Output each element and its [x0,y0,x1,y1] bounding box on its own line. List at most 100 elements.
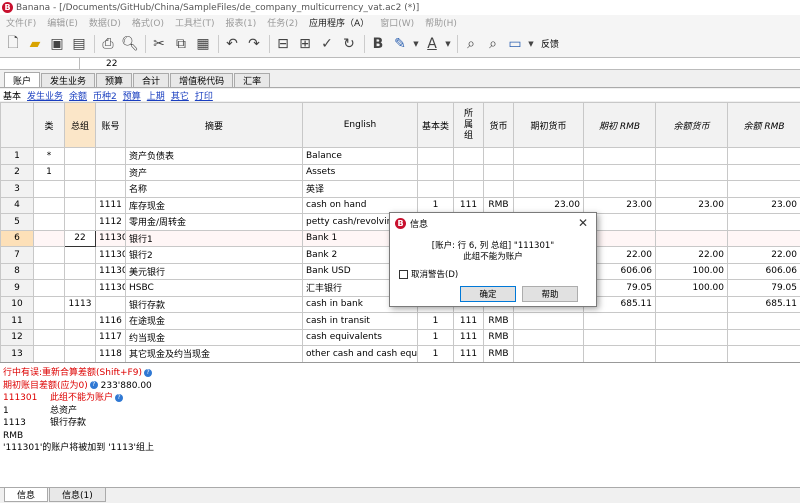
balance-currency-cell[interactable] [655,312,728,330]
opening-rmb-cell[interactable] [583,328,656,346]
view-base[interactable]: 基本 [3,89,21,102]
col-header-description[interactable]: 摘要 [125,102,303,148]
sumin-cell[interactable] [453,163,484,181]
account-cell[interactable]: 1112 [95,213,126,231]
balance-rmb-cell[interactable]: 79.05 [727,279,800,297]
description-cell[interactable]: 零用金/周转金 [125,213,303,231]
view-balances[interactable]: 余额 [69,89,87,102]
class-cell[interactable] [33,312,65,330]
balance-rmb-cell[interactable] [727,328,800,346]
balance-rmb-cell[interactable] [727,180,800,198]
col-header-english[interactable]: English [302,102,418,148]
col-header-bclass[interactable]: 基本类 [417,102,454,148]
account-cell[interactable] [95,147,126,165]
table-row[interactable]: 12 1117 约当现金 cash equivalents 1 111 RMB [0,328,800,346]
opening-rmb-cell[interactable] [583,345,656,362]
balance-rmb-cell[interactable]: 606.06 [727,262,800,280]
balance-currency-cell[interactable] [655,180,728,198]
row-number[interactable]: 13 [0,345,34,362]
group-cell[interactable] [64,147,96,165]
row-number[interactable]: 4 [0,196,34,214]
balance-rmb-cell[interactable]: 685.11 [727,295,800,313]
bold-icon[interactable]: B [368,33,388,55]
opening-currency-cell[interactable] [513,312,584,330]
sumin-cell[interactable] [453,180,484,198]
group-cell[interactable] [64,345,96,362]
description-cell[interactable]: 资产负债表 [125,147,303,165]
description-cell[interactable]: 库存现金 [125,196,303,214]
tab-transactions[interactable]: 发生业务 [41,73,96,87]
menu-tools[interactable]: 工具栏(T) [175,16,215,29]
view-previous[interactable]: 上期 [147,89,165,102]
group-cell[interactable] [64,262,96,280]
account-cell[interactable]: 111302 [95,246,126,264]
balance-currency-cell[interactable] [655,295,728,313]
currency-cell[interactable] [483,180,514,198]
tab-exchange-rates[interactable]: 汇率 [234,73,271,87]
view-transactions[interactable]: 发生业务 [27,89,63,102]
cell-value-input[interactable]: 22 [106,59,117,69]
menu-tasks[interactable]: 任务(2) [267,16,298,29]
menu-file[interactable]: 文件(F) [6,16,36,29]
save-as-icon[interactable]: ▤ [69,33,89,55]
account-cell[interactable]: 1117 [95,328,126,346]
row-number[interactable]: 12 [0,328,34,346]
chevron-down-icon[interactable]: ▼ [527,33,535,55]
opening-currency-cell[interactable] [513,180,584,198]
col-header-group[interactable]: 总组 [64,102,96,148]
view-other[interactable]: 其它 [171,89,189,102]
description-cell[interactable]: 在途现金 [125,312,303,330]
balance-rmb-cell[interactable] [727,147,800,165]
print-icon[interactable]: ⎙ [98,33,118,55]
group-cell[interactable] [64,213,96,231]
col-header-currency[interactable]: 货币 [483,102,514,148]
class-cell[interactable] [33,180,65,198]
view-budget[interactable]: 预算 [123,89,141,102]
opening-rmb-cell[interactable] [583,180,656,198]
cut-icon[interactable]: ✂ [149,33,169,55]
class-cell[interactable]: 1 [33,163,65,181]
account-cell[interactable]: 1111 [95,196,126,214]
help-icon[interactable]: ? [115,393,124,402]
class-cell[interactable] [33,246,65,264]
description-cell[interactable]: 银行存款 [125,295,303,313]
balance-rmb-cell[interactable] [727,345,800,362]
recalculate-icon[interactable]: ↻ [339,33,359,55]
balance-rmb-cell[interactable] [727,163,800,181]
feedback-button[interactable]: 反馈 [541,37,559,50]
sumin-cell[interactable] [453,147,484,165]
view-currency2[interactable]: 币种2 [93,89,117,102]
account-cell[interactable]: 111303 [95,262,126,280]
class-cell[interactable] [33,229,65,247]
class-cell[interactable] [33,213,65,231]
font-color-icon[interactable]: A [422,33,442,55]
description-cell[interactable]: 其它现金及约当现金 [125,345,303,362]
bclass-cell[interactable]: 1 [417,328,454,346]
highlight-color-icon[interactable]: ✎ [390,33,410,55]
tab-info-1[interactable]: 信息(1) [49,488,106,502]
message-group-error[interactable]: 111301 此组不能为账户? [3,392,797,405]
group-cell[interactable] [64,163,96,181]
english-cell[interactable]: Balance [302,147,418,165]
table-row[interactable]: 1 * 资产负债表 Balance [0,147,800,165]
ok-button[interactable]: 确定 [460,286,516,302]
check-accounts-icon[interactable]: ✓ [317,33,337,55]
currency-cell[interactable] [483,147,514,165]
account-cell[interactable]: 1116 [95,312,126,330]
balance-currency-cell[interactable] [655,213,728,231]
table-row[interactable]: 11 1116 在途现金 cash in transit 1 111 RMB [0,312,800,330]
account-cell[interactable] [95,180,126,198]
row-number[interactable]: 9 [0,279,34,297]
currency-cell[interactable] [483,163,514,181]
class-cell[interactable] [33,328,65,346]
group-cell[interactable] [64,196,96,214]
description-cell[interactable]: 银行2 [125,246,303,264]
row-number[interactable]: 11 [0,312,34,330]
english-cell[interactable]: cash in transit [302,312,418,330]
class-cell[interactable] [33,345,65,362]
account-cell[interactable]: 111304 [95,279,126,297]
menu-reports[interactable]: 报表(1) [226,16,257,29]
sumin-cell[interactable]: 111 [453,345,484,362]
bclass-cell[interactable]: 1 [417,312,454,330]
account-cell[interactable] [95,163,126,181]
